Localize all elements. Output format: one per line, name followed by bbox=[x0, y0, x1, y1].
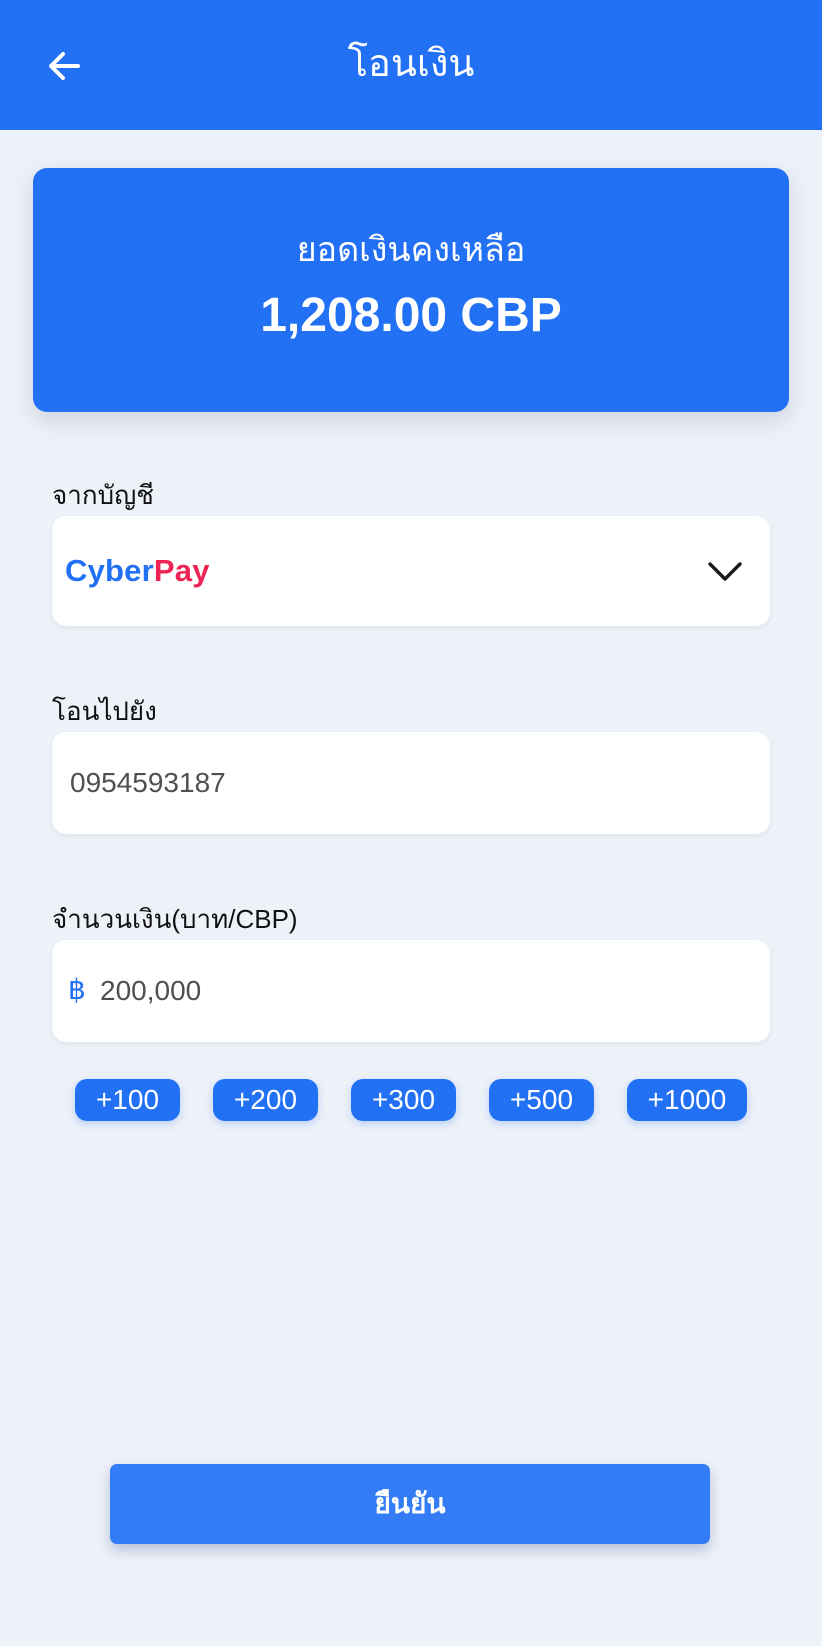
quick-amount-200-button[interactable]: +200 bbox=[213, 1079, 318, 1121]
quick-amount-500-button[interactable]: +500 bbox=[489, 1079, 594, 1121]
amount-label: จำนวนเงิน(บาท/CBP) bbox=[52, 904, 298, 934]
cyberpay-logo: CyberPay bbox=[65, 550, 210, 592]
to-account-field[interactable] bbox=[52, 732, 770, 834]
confirm-button[interactable]: ยืนยัน bbox=[110, 1464, 710, 1544]
quick-amount-chips: +100 +200 +300 +500 +1000 bbox=[0, 1079, 822, 1123]
from-account-label: จากบัญชี bbox=[52, 480, 154, 510]
quick-amount-300-button[interactable]: +300 bbox=[351, 1079, 456, 1121]
balance-amount: 1,208.00 CBP bbox=[260, 289, 562, 342]
amount-input[interactable] bbox=[100, 940, 750, 1042]
balance-card: ยอดเงินคงเหลือ 1,208.00 CBP bbox=[33, 168, 789, 412]
amount-field[interactable]: ฿ bbox=[52, 940, 770, 1042]
page-title: โอนเงิน bbox=[347, 43, 475, 85]
app-bar: โอนเงิน bbox=[0, 0, 822, 130]
brand-part-cyber: Cyber bbox=[65, 553, 154, 588]
baht-icon: ฿ bbox=[68, 974, 86, 1005]
to-account-input[interactable] bbox=[70, 732, 750, 834]
quick-amount-100-button[interactable]: +100 bbox=[75, 1079, 180, 1121]
brand-part-pay: Pay bbox=[153, 553, 210, 588]
from-account-select[interactable]: CyberPay bbox=[52, 516, 770, 626]
chevron-down-icon bbox=[708, 562, 742, 581]
to-account-label: โอนไปยัง bbox=[52, 696, 157, 726]
balance-label: ยอดเงินคงเหลือ bbox=[296, 231, 526, 269]
quick-amount-1000-button[interactable]: +1000 bbox=[627, 1079, 747, 1121]
